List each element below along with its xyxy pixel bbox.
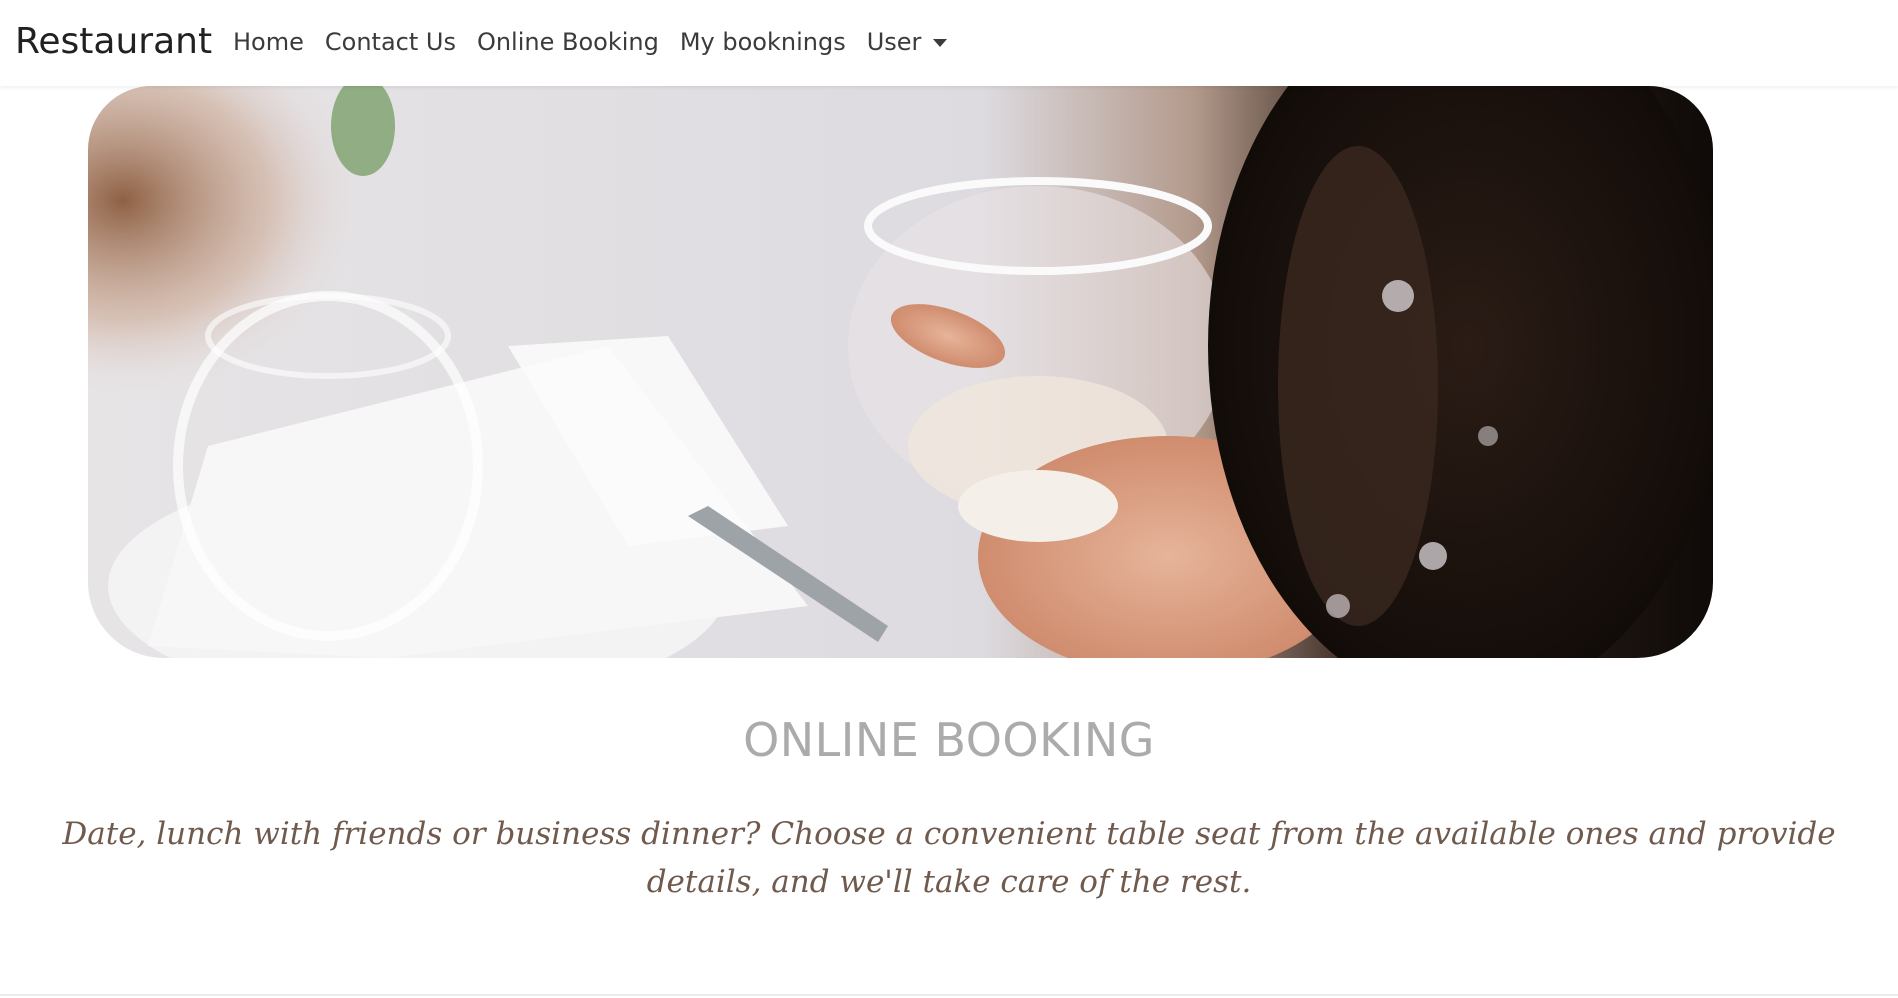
page-subtitle: Date, lunch with friends or business din… (62, 816, 1836, 900)
brand-link[interactable]: Restaurant (15, 19, 212, 65)
hero-image (88, 86, 1713, 658)
chevron-down-icon (933, 39, 948, 47)
page-title: ONLINE BOOKING (743, 713, 1155, 767)
nav-my-bookings-link[interactable]: My booknings (680, 26, 846, 58)
divider (0, 994, 1898, 996)
user-dropdown-label: User (866, 28, 922, 56)
nav-online-booking-link[interactable]: Online Booking (477, 26, 659, 58)
nav-list: Home Contact Us Online Booking My bookni… (233, 26, 968, 58)
navbar: Restaurant Home Contact Us Online Bookin… (0, 0, 1898, 86)
hero-photo (88, 86, 1713, 658)
nav-home-link[interactable]: Home (233, 26, 304, 58)
nav-contact-link[interactable]: Contact Us (325, 26, 456, 58)
user-dropdown-toggle[interactable]: User (867, 26, 948, 58)
